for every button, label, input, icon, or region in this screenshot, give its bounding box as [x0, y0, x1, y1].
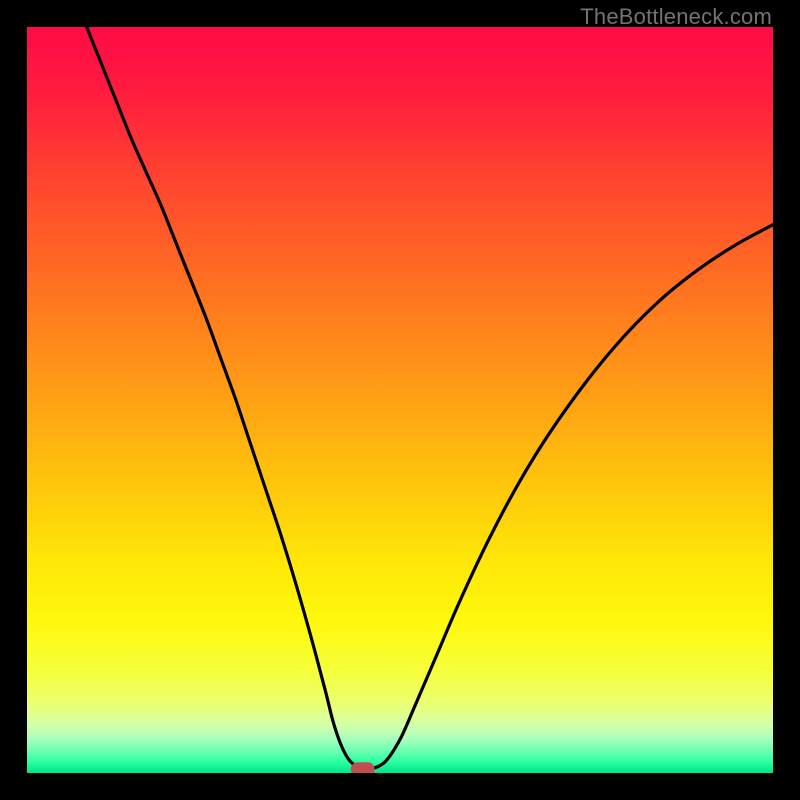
plot-area: [27, 27, 773, 773]
watermark-text: TheBottleneck.com: [580, 4, 772, 30]
bottleneck-chart: [27, 27, 773, 773]
gradient-background: [27, 27, 773, 773]
chart-frame: TheBottleneck.com: [0, 0, 800, 800]
optimal-point-marker: [351, 762, 375, 773]
